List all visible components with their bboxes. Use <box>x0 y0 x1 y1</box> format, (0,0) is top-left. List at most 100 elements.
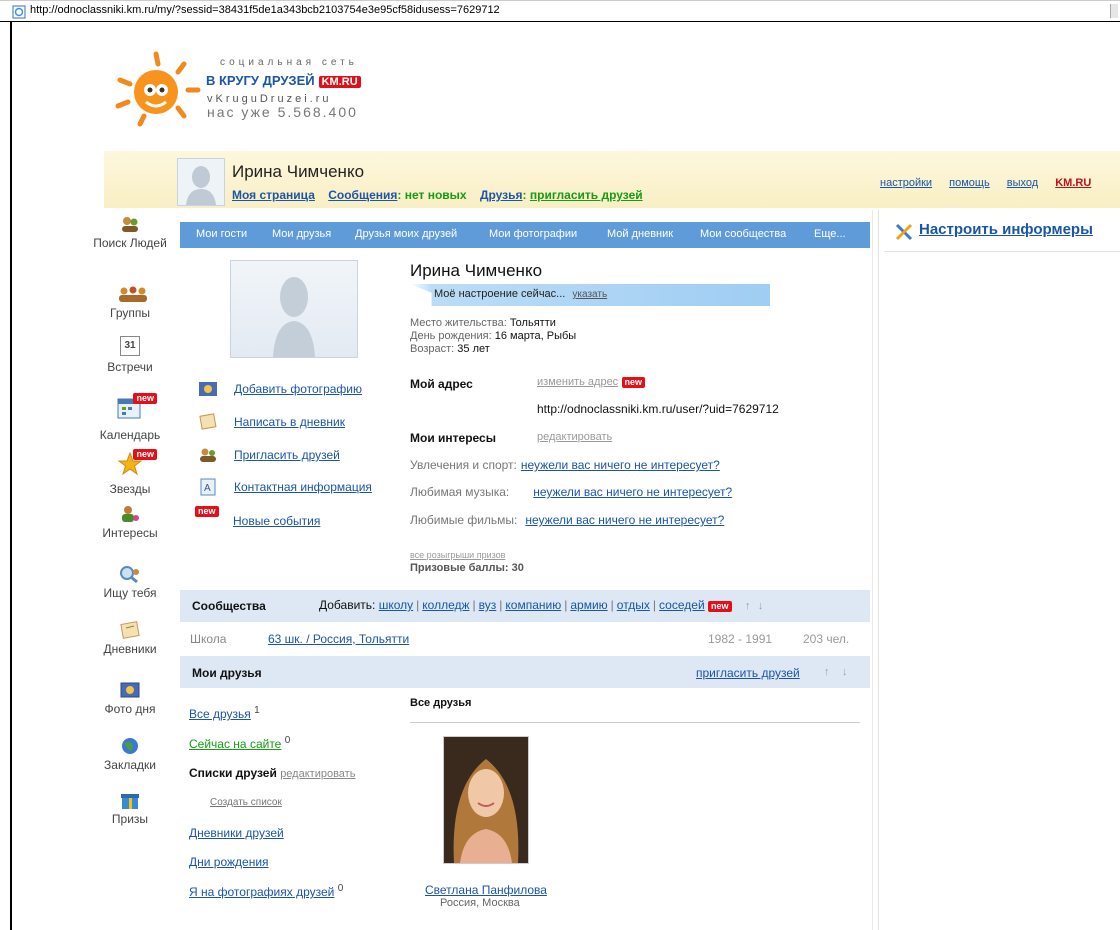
community-years: 1982 - 1991 <box>708 632 773 646</box>
friend-lists-edit-link[interactable]: редактировать <box>280 768 355 780</box>
contact-info-action[interactable]: A Контактная информация <box>200 478 372 496</box>
add-army-link[interactable]: армию <box>570 598 607 612</box>
sidebar-item-diaries[interactable]: Дневники <box>90 620 170 656</box>
add-photo-icon <box>199 382 217 396</box>
friends-diaries-link[interactable]: Дневники друзей <box>189 826 284 840</box>
avatar[interactable] <box>177 158 225 206</box>
new-badge: new <box>133 393 157 404</box>
hobbies-link[interactable]: неужели вас ничего не интересует? <box>521 458 720 472</box>
all-friends-heading: Все друзья <box>410 697 472 709</box>
add-company-link[interactable]: компанию <box>505 598 561 612</box>
online-friends-item[interactable]: Сейчас на сайте 0 <box>189 735 290 751</box>
sidebar-item-looking-for-you[interactable]: Ищу тебя <box>90 564 170 600</box>
add-neighbors-link[interactable]: соседей <box>659 598 705 612</box>
music-label: Любимая музыка: <box>410 485 510 499</box>
create-list-link[interactable]: Создать список <box>210 797 282 808</box>
new-events-icon: new <box>195 506 219 517</box>
friends-invite-link[interactable]: пригласить друзей <box>696 666 800 680</box>
address-url: http://odnoclassniki.km.ru/user/?uid=762… <box>537 402 779 416</box>
interests-edit-link[interactable]: редактировать <box>537 431 612 443</box>
window-left-border <box>10 22 12 930</box>
all-friends-item[interactable]: Все друзья 1 <box>189 705 260 721</box>
write-diary-link[interactable]: Написать в дневник <box>234 415 345 429</box>
all-friends-link[interactable]: Все друзья <box>189 707 251 721</box>
add-university-link[interactable]: вуз <box>479 598 497 612</box>
friends-diaries-item[interactable]: Дневники друзей <box>189 826 284 840</box>
age-row: Возраст: 35 лет <box>410 344 490 355</box>
mood-set-link[interactable]: указать <box>572 289 607 300</box>
contact-info-link[interactable]: Контактная информация <box>234 480 372 494</box>
tab-my-communities[interactable]: Мои сообщества <box>700 228 786 240</box>
messages-link[interactable]: Сообщения <box>328 188 397 202</box>
add-college-link[interactable]: колледж <box>422 598 469 612</box>
logo-km-badge: KM.RU <box>318 76 361 88</box>
films-link[interactable]: неужели вас ничего не интересует? <box>525 513 724 527</box>
help-link[interactable]: помощь <box>949 177 990 189</box>
add-photo-action[interactable]: Добавить фотографию <box>199 382 362 396</box>
sidebar-item-people-search[interactable]: Поиск Людей <box>90 214 170 250</box>
new-events-action[interactable]: new Новые события <box>195 506 320 528</box>
on-friends-photos-item[interactable]: Я на фотографиях друзей 0 <box>189 883 343 899</box>
sidebar-item-groups[interactable]: Группы <box>90 284 170 320</box>
friend-portrait-icon <box>444 737 528 863</box>
sidebar-item-label: Призы <box>111 812 149 826</box>
communities-title: Сообщества <box>192 599 266 613</box>
sidebar-item-prizes[interactable]: Призы <box>90 790 170 826</box>
community-members: 203 чел. <box>803 632 850 646</box>
configure-informers-link[interactable]: Настроить информеры <box>919 221 1093 238</box>
sidebar-item-photo-of-day[interactable]: Фото дня <box>90 680 170 716</box>
interests-heading: Мои интересы <box>410 431 496 445</box>
sidebar-item-interests[interactable]: Интересы <box>90 504 170 540</box>
friend-photo[interactable] <box>443 736 529 864</box>
tab-more[interactable]: Еще... <box>814 228 846 240</box>
birthdays-item[interactable]: Дни рождения <box>189 855 269 869</box>
add-school-link[interactable]: школу <box>379 598 413 612</box>
tab-my-guests[interactable]: Мои гости <box>196 228 247 240</box>
address-heading: Мой адрес <box>410 377 473 391</box>
invite-friends-header-link[interactable]: пригласить друзей <box>530 188 643 202</box>
move-down-icon[interactable]: ↓ <box>842 666 848 678</box>
address-bar[interactable]: http://odnoclassniki.km.ru/my/?sessid=38… <box>0 0 1120 22</box>
invite-friends-link[interactable]: Пригласить друзей <box>234 448 340 462</box>
sidebar-item-bookmarks[interactable]: Закладки <box>90 736 170 772</box>
music-link[interactable]: неужели вас ничего не интересует? <box>533 485 732 499</box>
sidebar-item-label: Поиск Людей <box>93 236 167 250</box>
my-page-link[interactable]: Моя страница <box>232 188 315 202</box>
logout-link[interactable]: выход <box>1007 177 1038 189</box>
on-friends-photos-link[interactable]: Я на фотографиях друзей <box>189 885 334 899</box>
tab-friends-of-friends[interactable]: Друзья моих друзей <box>355 228 457 240</box>
tab-my-diary[interactable]: Мой дневник <box>607 228 673 240</box>
add-photo-link[interactable]: Добавить фотографию <box>234 382 362 396</box>
settings-link[interactable]: настройки <box>880 177 932 189</box>
online-friends-link[interactable]: Сейчас на сайте <box>189 737 281 751</box>
invite-friends-action[interactable]: Пригласить друзей <box>200 448 340 462</box>
birthday-label: День рождения: <box>410 330 492 342</box>
sidebar-item-stars[interactable]: new Звезды <box>90 449 170 496</box>
sidebar-item-meetings[interactable]: 31 Встречи <box>90 336 170 374</box>
sidebar-item-label: Фото дня <box>104 702 156 716</box>
add-vacation-link[interactable]: отдых <box>617 598 650 612</box>
friends-link[interactable]: Друзья <box>480 188 523 202</box>
friend-name-link[interactable]: Светлана Панфилова <box>425 883 547 897</box>
friends-bar: Мои друзья пригласить друзей ↑ ↓ <box>180 656 870 688</box>
add-label: Добавить: <box>319 598 376 612</box>
move-up-icon[interactable]: ↑ <box>824 666 830 678</box>
address-change-link[interactable]: изменить адрес <box>537 376 618 388</box>
sidebar-item-calendar[interactable]: new Календарь <box>90 393 170 442</box>
gift-icon <box>118 790 142 810</box>
address-url[interactable]: http://odnoclassniki.km.ru/my/?sessid=38… <box>30 4 500 16</box>
birthday-row: День рождения: 16 марта, Рыбы <box>410 331 576 342</box>
scroll-up-button[interactable] <box>1110 4 1118 18</box>
new-events-link[interactable]: Новые события <box>233 514 320 528</box>
profile-photo[interactable] <box>230 260 358 358</box>
move-down-icon[interactable]: ↓ <box>758 600 764 612</box>
community-link[interactable]: 63 шк. / Россия, Тольятти <box>268 632 409 646</box>
birthdays-link[interactable]: Дни рождения <box>189 855 269 869</box>
move-up-icon[interactable]: ↑ <box>745 600 751 612</box>
kmru-link[interactable]: KM.RU <box>1055 177 1091 189</box>
prizes-link[interactable]: все розыгрыши призов <box>410 550 505 560</box>
logo-title[interactable]: В КРУГУ ДРУЗЕЙ KM.RU <box>206 73 361 88</box>
tab-my-friends[interactable]: Мои друзья <box>272 228 331 240</box>
write-diary-action[interactable]: Написать в дневник <box>199 413 345 430</box>
tab-my-photos[interactable]: Мои фотографии <box>489 228 577 240</box>
